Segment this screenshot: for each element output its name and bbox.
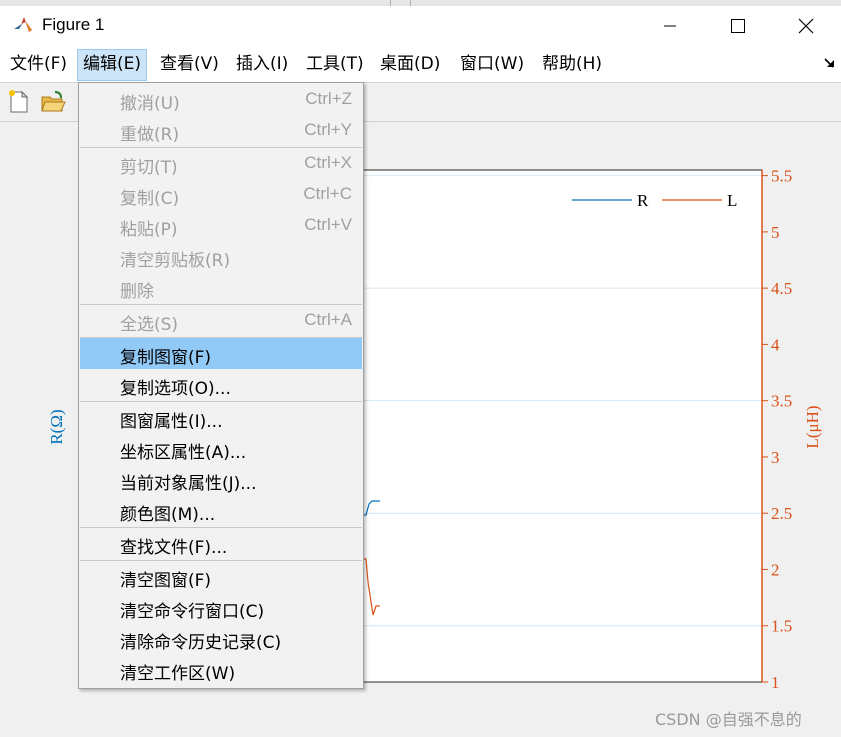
close-icon xyxy=(798,18,814,34)
right-axis-tick-label: 3 xyxy=(771,448,780,467)
right-axis-tick-label: 2 xyxy=(771,560,780,579)
menu-item-label: 复制图窗(F) xyxy=(120,348,212,368)
menu-item-delete[interactable]: 删除 xyxy=(80,272,362,303)
right-axis-tick-label: 5.5 xyxy=(771,167,792,186)
menu-item-label: 删除 xyxy=(120,282,154,302)
menu-item-label: 清空剪贴板(R) xyxy=(120,251,231,271)
menu-item-copy[interactable]: 复制(C) Ctrl+C xyxy=(80,179,362,210)
menu-window[interactable]: 窗口(W) xyxy=(455,49,529,79)
menu-item-current-object-properties[interactable]: 当前对象属性(J)... xyxy=(80,464,362,495)
menu-item-label: 当前对象属性(J)... xyxy=(120,474,257,494)
menu-item-clear-clipboard[interactable]: 清空剪贴板(R) xyxy=(80,241,362,272)
minimize-button[interactable] xyxy=(640,6,700,46)
title-bar: Figure 1 xyxy=(0,6,841,46)
menu-item-label: 查找文件(F)... xyxy=(120,538,228,558)
legend-label-R: R xyxy=(637,191,649,210)
menu-item-find-files[interactable]: 查找文件(F)... xyxy=(80,528,362,559)
menu-item-shortcut: Ctrl+X xyxy=(304,153,352,172)
menu-item-label: 图窗属性(I)... xyxy=(120,412,223,432)
menu-item-clear-command-window[interactable]: 清空命令行窗口(C) xyxy=(80,592,362,623)
menu-item-label: 重做(R) xyxy=(120,125,180,145)
menu-edit[interactable]: 编辑(E) xyxy=(77,49,148,81)
right-axis-ticks: 1 1.5 2 2.5 3 3.5 4 4.5 5 5.5 xyxy=(762,167,792,692)
maximize-icon xyxy=(731,19,745,33)
menu-insert[interactable]: 插入(I) xyxy=(231,49,293,79)
menu-help[interactable]: 帮助(H) xyxy=(537,49,607,79)
menu-item-clear-workspace[interactable]: 清空工作区(W) xyxy=(80,654,362,685)
menu-desktop[interactable]: 桌面(D) xyxy=(375,49,445,79)
right-axis-tick-label: 2.5 xyxy=(771,504,792,523)
dock-arrow-icon[interactable] xyxy=(822,56,836,70)
edit-menu-dropdown: 撤消(U) Ctrl+Z 重做(R) Ctrl+Y 剪切(T) Ctrl+X 复… xyxy=(78,82,364,689)
right-axis-tick-label: 4.5 xyxy=(771,279,792,298)
menu-bar: 文件(F) 编辑(E) 查看(V) 插入(I) 工具(T) 桌面(D) 窗口(W… xyxy=(0,46,841,83)
right-axis-tick-label: 1.5 xyxy=(771,617,792,636)
menu-item-figure-properties[interactable]: 图窗属性(I)... xyxy=(80,402,362,433)
menu-item-copy-options[interactable]: 复制选项(O)... xyxy=(80,369,362,400)
menu-item-shortcut: Ctrl+A xyxy=(304,310,352,329)
menu-item-redo[interactable]: 重做(R) Ctrl+Y xyxy=(80,115,362,146)
maximize-button[interactable] xyxy=(708,6,768,46)
minimize-icon xyxy=(664,25,676,27)
menu-tools[interactable]: 工具(T) xyxy=(301,49,369,79)
matlab-icon xyxy=(12,14,34,36)
menu-item-label: 复制选项(O)... xyxy=(120,379,231,399)
menu-item-label: 清空工作区(W) xyxy=(120,664,236,684)
menu-item-shortcut: Ctrl+C xyxy=(303,184,352,203)
right-axis-tick-label: 5 xyxy=(771,223,780,242)
menu-item-label: 复制(C) xyxy=(120,189,180,209)
right-axis-label: L(μH) xyxy=(803,405,822,448)
menu-item-shortcut: Ctrl+V xyxy=(304,215,352,234)
open-file-icon[interactable] xyxy=(40,89,66,115)
menu-item-paste[interactable]: 粘贴(P) Ctrl+V xyxy=(80,210,362,241)
menu-item-label: 剪切(T) xyxy=(120,158,178,178)
watermark: CSDN @自强不息的 xyxy=(655,710,802,729)
menu-item-shortcut: Ctrl+Y xyxy=(304,120,352,139)
menu-item-copy-figure[interactable]: 复制图窗(F) xyxy=(80,338,362,369)
menu-item-label: 全选(S) xyxy=(120,315,179,335)
menu-item-colormap[interactable]: 颜色图(M)... xyxy=(80,495,362,526)
menu-item-label: 坐标区属性(A)... xyxy=(120,443,247,463)
menu-view[interactable]: 查看(V) xyxy=(155,49,224,79)
menu-item-cut[interactable]: 剪切(T) Ctrl+X xyxy=(80,148,362,179)
legend-label-L: L xyxy=(727,191,737,210)
right-axis-tick-label: 3.5 xyxy=(771,392,792,411)
menu-item-clear-figure[interactable]: 清空图窗(F) xyxy=(80,561,362,592)
menu-item-label: 颜色图(M)... xyxy=(120,505,216,525)
menu-file[interactable]: 文件(F) xyxy=(5,49,72,79)
menu-item-select-all[interactable]: 全选(S) Ctrl+A xyxy=(80,305,362,336)
menu-item-label: 粘贴(P) xyxy=(120,220,178,240)
menu-item-clear-command-history[interactable]: 清除命令历史记录(C) xyxy=(80,623,362,654)
right-axis-tick-label: 1 xyxy=(771,673,780,692)
menu-item-label: 撤消(U) xyxy=(120,94,180,114)
left-axis-label: R(Ω) xyxy=(47,409,66,444)
new-figure-icon[interactable] xyxy=(6,89,32,115)
menu-item-label: 清空命令行窗口(C) xyxy=(120,602,265,622)
menu-item-label: 清空图窗(F) xyxy=(120,571,212,591)
menu-item-undo[interactable]: 撤消(U) Ctrl+Z xyxy=(80,84,362,115)
right-axis-tick-label: 4 xyxy=(771,335,780,354)
close-button[interactable] xyxy=(776,6,836,46)
window-title: Figure 1 xyxy=(42,15,105,34)
menu-item-shortcut: Ctrl+Z xyxy=(305,89,352,108)
menu-item-axes-properties[interactable]: 坐标区属性(A)... xyxy=(80,433,362,464)
menu-item-label: 清除命令历史记录(C) xyxy=(120,633,282,653)
